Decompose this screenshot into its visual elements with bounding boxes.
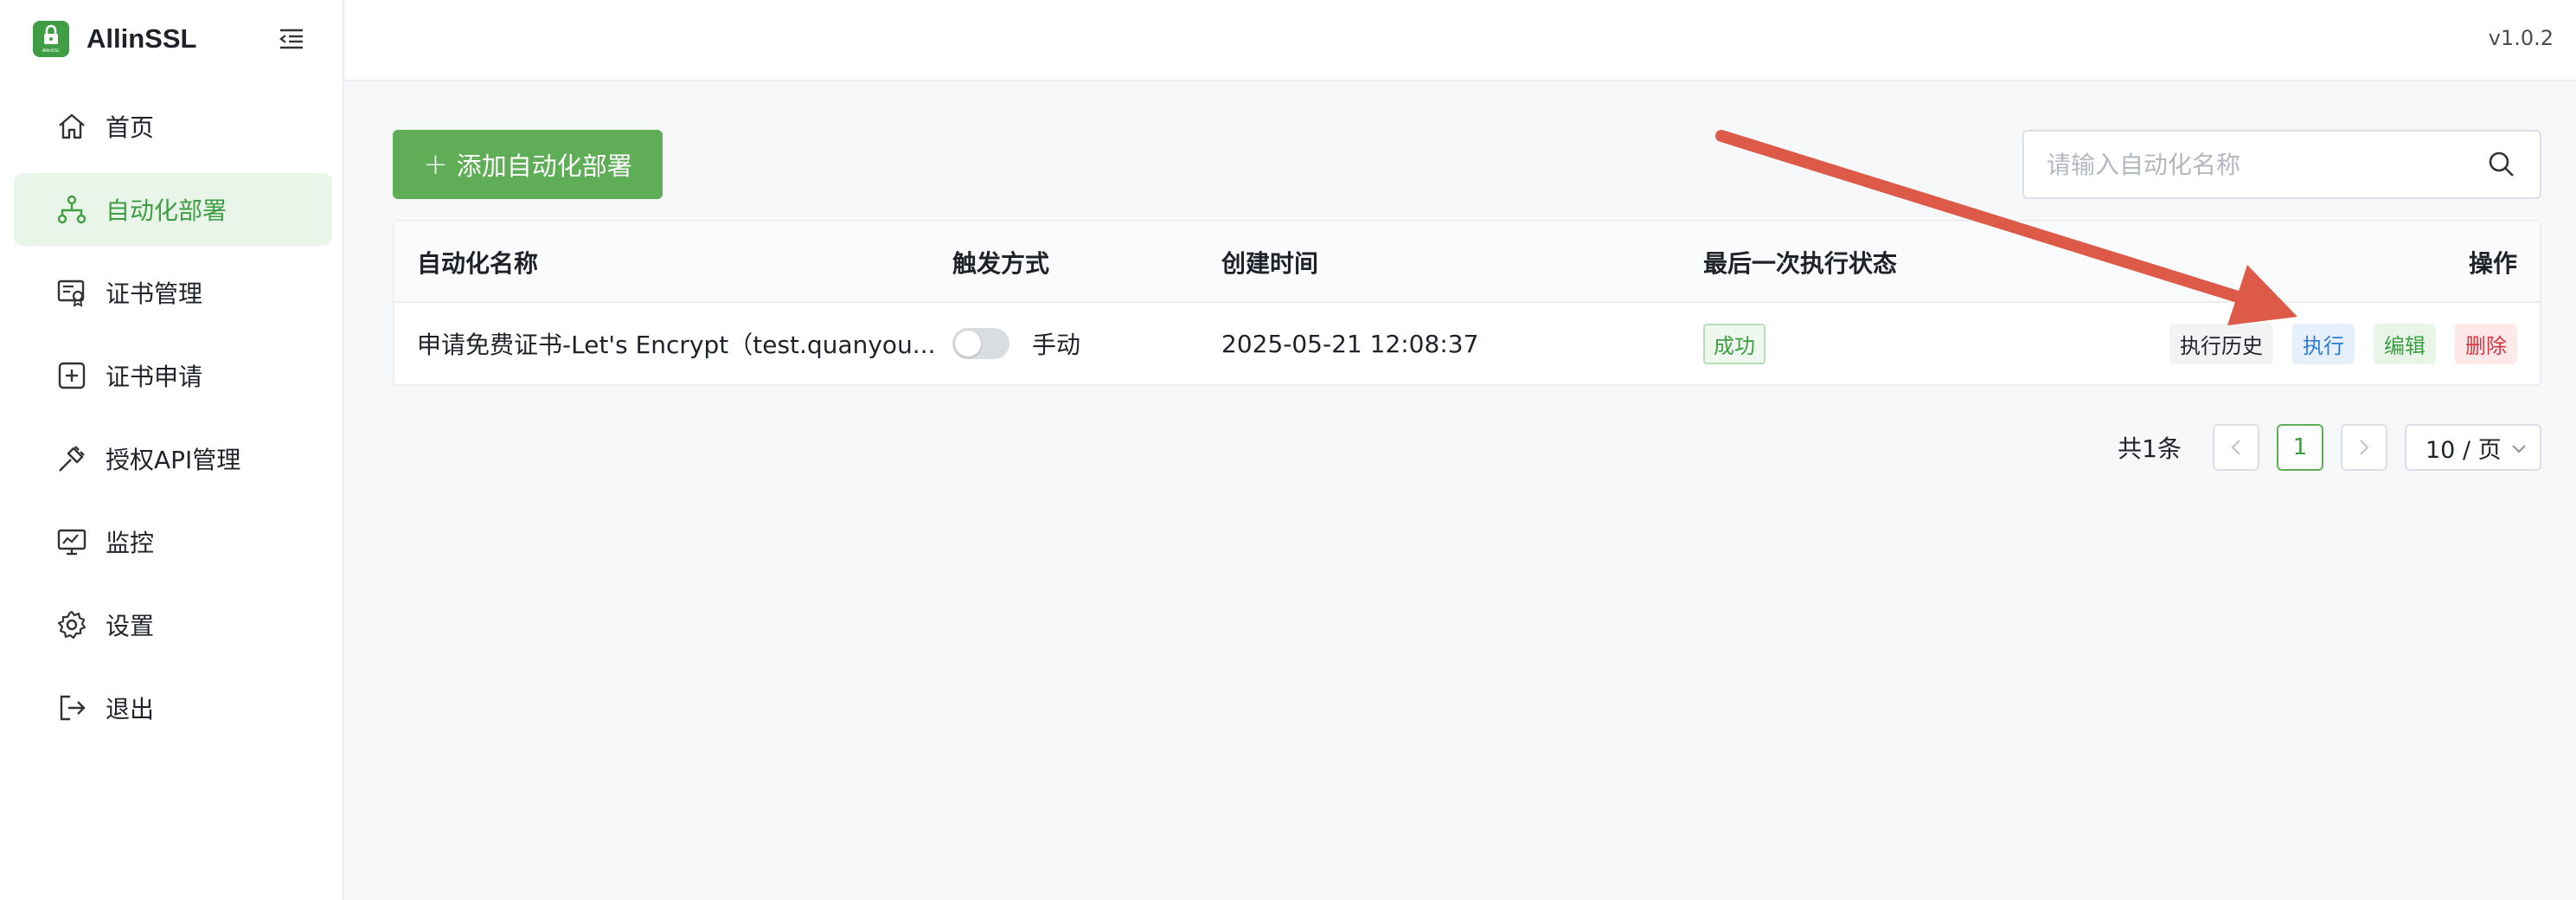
pagination: 共1条 1 10 / 页	[2118, 422, 2541, 472]
sidebar: AllinSSL AllinSSL 首页 自动化部署 证书管理 证书申请 授权A…	[0, 0, 344, 900]
sidebar-item-logout[interactable]: 退出	[14, 672, 332, 744]
add-automation-label: 添加自动化部署	[456, 151, 632, 181]
collapse-sidebar-button[interactable]	[275, 22, 308, 55]
sidebar-item-settings[interactable]: 设置	[14, 588, 332, 661]
workflow-icon	[55, 193, 88, 226]
created-time: 2025-05-21 12:08:37	[1221, 329, 1479, 358]
sidebar-item-monitor[interactable]: 监控	[14, 505, 332, 578]
page-1-button[interactable]: 1	[2277, 424, 2323, 471]
sidebar-item-certificates[interactable]: 证书管理	[14, 256, 332, 329]
plus-square-icon	[55, 359, 88, 392]
header-created: 创建时间	[1221, 249, 1319, 278]
table-header: 自动化名称 触发方式 创建时间 最后一次执行状态 操作	[394, 222, 2540, 303]
next-page-button[interactable]	[2341, 424, 2387, 471]
sidebar-item-apply-cert[interactable]: 证书申请	[14, 339, 332, 412]
top-bar: v1.0.2	[346, 0, 2576, 81]
logout-icon	[55, 691, 88, 724]
total-count: 共1条	[2118, 434, 2182, 463]
status-badge: 成功	[1703, 323, 1765, 364]
chevron-down-icon	[2512, 445, 2526, 453]
brand[interactable]: AllinSSL AllinSSL	[33, 19, 196, 59]
sidebar-item-home[interactable]: 首页	[14, 90, 332, 163]
delete-button[interactable]: 删除	[2455, 323, 2517, 364]
certificate-icon	[55, 276, 88, 309]
sidebar-item-api[interactable]: 授权API管理	[14, 422, 332, 495]
sidebar-item-label: 监控	[106, 529, 155, 557]
plus-icon: +	[423, 147, 448, 182]
trigger-toggle[interactable]	[952, 328, 1009, 359]
menu-fold-icon	[279, 29, 303, 49]
header-status: 最后一次执行状态	[1703, 249, 1898, 278]
status-cell: 成功	[1703, 303, 1765, 384]
edit-button[interactable]: 编辑	[2374, 323, 2436, 364]
app-name: AllinSSL	[87, 23, 197, 54]
sidebar-item-label: 自动化部署	[106, 196, 227, 225]
execute-button[interactable]: 执行	[2292, 323, 2355, 364]
automation-name: 申请免费证书-Let's Encrypt（test.quanyou...	[417, 331, 936, 359]
search-input[interactable]	[2047, 150, 2479, 179]
sidebar-item-label: 授权API管理	[106, 446, 241, 474]
version-label: v1.0.2	[2488, 26, 2554, 50]
sidebar-item-label: 证书申请	[106, 363, 203, 391]
lock-logo-icon: AllinSSL	[33, 21, 69, 57]
header-name: 自动化名称	[417, 249, 539, 278]
page-size-select[interactable]: 10 / 页	[2405, 424, 2541, 471]
search-icon[interactable]	[2486, 149, 2517, 180]
header-trigger: 触发方式	[952, 249, 1050, 278]
add-automation-button[interactable]: + 添加自动化部署	[393, 130, 663, 199]
sidebar-item-label: 设置	[106, 612, 155, 640]
plug-icon	[55, 442, 88, 475]
prev-page-button[interactable]	[2213, 424, 2259, 471]
trigger-cell: 手动	[952, 303, 1080, 384]
sidebar-item-label: 证书管理	[106, 280, 203, 308]
table-row: 申请免费证书-Let's Encrypt（test.quanyou... 手动 …	[394, 303, 2540, 384]
chevron-left-icon	[2231, 440, 2240, 455]
sidebar-item-automation[interactable]: 自动化部署	[14, 173, 332, 246]
search-box	[2022, 130, 2541, 199]
automation-table: 自动化名称 触发方式 创建时间 最后一次执行状态 操作 申请免费证书-Let's…	[393, 220, 2541, 386]
home-icon	[55, 110, 88, 143]
gear-icon	[55, 608, 88, 641]
page-size-value: 10 / 页	[2425, 436, 2502, 464]
header-actions: 操作	[2468, 249, 2517, 278]
actions-cell: 执行历史 执行 编辑 删除	[2169, 303, 2517, 384]
trigger-label: 手动	[1032, 331, 1081, 359]
sidebar-menu: 首页 自动化部署 证书管理 证书申请 授权API管理 监控 设置 退出	[14, 90, 332, 755]
sidebar-item-label: 退出	[106, 695, 155, 723]
sidebar-item-label: 首页	[106, 113, 155, 142]
chevron-right-icon	[2360, 440, 2369, 455]
history-button[interactable]: 执行历史	[2169, 323, 2273, 364]
monitor-icon	[55, 525, 88, 558]
svg-text:AllinSSL: AllinSSL	[42, 48, 61, 54]
